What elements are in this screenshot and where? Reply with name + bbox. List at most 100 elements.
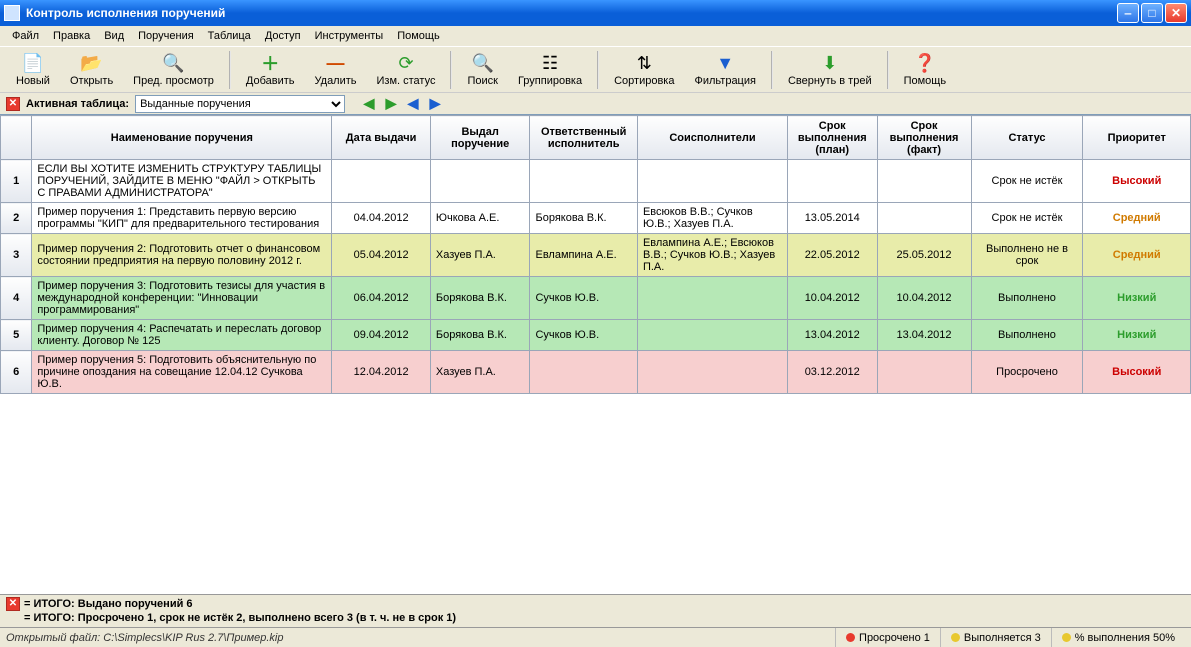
minimize-button[interactable]: ‒	[1117, 3, 1139, 23]
cell-responsible[interactable]	[530, 351, 637, 394]
cell-date[interactable]	[332, 160, 431, 203]
toolbar-add[interactable]: ＋ Добавить	[236, 48, 305, 92]
toolbar-preview[interactable]: 🔍 Пред. просмотр	[123, 48, 224, 92]
toolbar-change-status[interactable]: ⟳ Изм. статус	[367, 48, 446, 92]
col-priority[interactable]: Приоритет	[1083, 116, 1191, 160]
toolbar-sort[interactable]: ⇅ Сортировка	[604, 48, 684, 92]
menu-edit[interactable]: Правка	[47, 28, 96, 44]
cell-plan[interactable]: 10.04.2012	[787, 277, 877, 320]
toolbar-new[interactable]: 📄 Новый	[6, 48, 60, 92]
col-name[interactable]: Наименование поручения	[32, 116, 332, 160]
cell-responsible[interactable]: Сучков Ю.В.	[530, 320, 637, 351]
cell-issuer[interactable]: Хазуев П.А.	[430, 234, 530, 277]
cell-name[interactable]: Пример поручения 2: Подготовить отчет о …	[32, 234, 332, 277]
menu-tools[interactable]: Инструменты	[309, 28, 390, 44]
table-row[interactable]: 1ЕСЛИ ВЫ ХОТИТЕ ИЗМЕНИТЬ СТРУКТУРУ ТАБЛИ…	[1, 160, 1191, 203]
summary-close-button[interactable]: ✕	[6, 597, 20, 611]
cell-plan[interactable]: 13.05.2014	[787, 203, 877, 234]
cell-status[interactable]: Выполнено	[971, 320, 1083, 351]
table-row[interactable]: 3Пример поручения 2: Подготовить отчет о…	[1, 234, 1191, 277]
nav-prev-blue-icon[interactable]: ◀	[405, 96, 421, 112]
cell-priority[interactable]: Низкий	[1083, 320, 1191, 351]
nav-prev-green-icon[interactable]: ◀	[361, 96, 377, 112]
menu-view[interactable]: Вид	[98, 28, 130, 44]
cell-responsible[interactable]: Евлампина А.Е.	[530, 234, 637, 277]
cell-plan[interactable]	[787, 160, 877, 203]
table-row[interactable]: 5Пример поручения 4: Распечатать и перес…	[1, 320, 1191, 351]
cell-date[interactable]: 05.04.2012	[332, 234, 431, 277]
col-date[interactable]: Дата выдачи	[332, 116, 431, 160]
cell-date[interactable]: 06.04.2012	[332, 277, 431, 320]
cell-status[interactable]: Просрочено	[971, 351, 1083, 394]
cell-issuer[interactable]: Борякова В.К.	[430, 320, 530, 351]
cell-date[interactable]: 04.04.2012	[332, 203, 431, 234]
cell-issuer[interactable]: Хазуев П.А.	[430, 351, 530, 394]
col-plan[interactable]: Срок выполнения (план)	[787, 116, 877, 160]
menu-orders[interactable]: Поручения	[132, 28, 200, 44]
menu-file[interactable]: Файл	[6, 28, 45, 44]
col-issuer[interactable]: Выдал поручение	[430, 116, 530, 160]
toolbar-filter[interactable]: ▼ Фильтрация	[684, 48, 765, 92]
nav-next-green-icon[interactable]: ▶	[383, 96, 399, 112]
col-coexecutors[interactable]: Соисполнители	[637, 116, 787, 160]
cell-coexecutors[interactable]: Евсюков В.В.; Сучков Ю.В.; Хазуев П.А.	[637, 203, 787, 234]
cell-coexecutors[interactable]	[637, 320, 787, 351]
cell-issuer[interactable]	[430, 160, 530, 203]
cell-coexecutors[interactable]	[637, 351, 787, 394]
cell-fact[interactable]: 25.05.2012	[877, 234, 971, 277]
cell-date[interactable]: 12.04.2012	[332, 351, 431, 394]
cell-name[interactable]: Пример поручения 5: Подготовить объяснит…	[32, 351, 332, 394]
cell-priority[interactable]: Высокий	[1083, 351, 1191, 394]
toolbar-open[interactable]: 📂 Открыть	[60, 48, 123, 92]
cell-priority[interactable]: Средний	[1083, 234, 1191, 277]
maximize-button[interactable]: □	[1141, 3, 1163, 23]
table-row[interactable]: 2Пример поручения 1: Представить первую …	[1, 203, 1191, 234]
col-fact[interactable]: Срок выполнения (факт)	[877, 116, 971, 160]
cell-plan[interactable]: 13.04.2012	[787, 320, 877, 351]
cell-issuer[interactable]: Ючкова А.Е.	[430, 203, 530, 234]
cell-status[interactable]: Срок не истёк	[971, 203, 1083, 234]
cell-date[interactable]: 09.04.2012	[332, 320, 431, 351]
cell-fact[interactable]	[877, 351, 971, 394]
nav-next-blue-icon[interactable]: ▶	[427, 96, 443, 112]
table-area[interactable]: Наименование поручения Дата выдачи Выдал…	[0, 114, 1191, 594]
cell-fact[interactable]: 13.04.2012	[877, 320, 971, 351]
cell-fact[interactable]	[877, 203, 971, 234]
cell-coexecutors[interactable]	[637, 277, 787, 320]
close-table-button[interactable]: ✕	[6, 97, 20, 111]
col-index[interactable]	[1, 116, 32, 160]
cell-status[interactable]: Выполнено	[971, 277, 1083, 320]
col-responsible[interactable]: Ответственный исполнитель	[530, 116, 637, 160]
active-table-select[interactable]: Выданные поручения	[135, 95, 345, 113]
cell-plan[interactable]: 22.05.2012	[787, 234, 877, 277]
table-row[interactable]: 6Пример поручения 5: Подготовить объясни…	[1, 351, 1191, 394]
toolbar-group[interactable]: ☷ Группировка	[508, 48, 592, 92]
cell-priority[interactable]: Низкий	[1083, 277, 1191, 320]
cell-issuer[interactable]: Борякова В.К.	[430, 277, 530, 320]
cell-plan[interactable]: 03.12.2012	[787, 351, 877, 394]
cell-name[interactable]: Пример поручения 1: Представить первую в…	[32, 203, 332, 234]
cell-coexecutors[interactable]: Евлампина А.Е.; Евсюков В.В.; Сучков Ю.В…	[637, 234, 787, 277]
cell-responsible[interactable]: Борякова В.К.	[530, 203, 637, 234]
cell-status[interactable]: Выполнено не в срок	[971, 234, 1083, 277]
cell-priority[interactable]: Высокий	[1083, 160, 1191, 203]
toolbar-help[interactable]: ❓ Помощь	[894, 48, 957, 92]
cell-coexecutors[interactable]	[637, 160, 787, 203]
toolbar-tray[interactable]: ⬇ Свернуть в трей	[778, 48, 882, 92]
menu-table[interactable]: Таблица	[202, 28, 257, 44]
cell-fact[interactable]	[877, 160, 971, 203]
cell-name[interactable]: ЕСЛИ ВЫ ХОТИТЕ ИЗМЕНИТЬ СТРУКТУРУ ТАБЛИЦ…	[32, 160, 332, 203]
cell-responsible[interactable]: Сучков Ю.В.	[530, 277, 637, 320]
cell-priority[interactable]: Средний	[1083, 203, 1191, 234]
cell-name[interactable]: Пример поручения 3: Подготовить тезисы д…	[32, 277, 332, 320]
menu-access[interactable]: Доступ	[259, 28, 307, 44]
toolbar-delete[interactable]: — Удалить	[305, 48, 367, 92]
menu-help[interactable]: Помощь	[391, 28, 446, 44]
toolbar-search[interactable]: 🔍 Поиск	[457, 48, 507, 92]
table-row[interactable]: 4Пример поручения 3: Подготовить тезисы …	[1, 277, 1191, 320]
col-status[interactable]: Статус	[971, 116, 1083, 160]
cell-name[interactable]: Пример поручения 4: Распечатать и пересл…	[32, 320, 332, 351]
close-button[interactable]: ✕	[1165, 3, 1187, 23]
cell-responsible[interactable]	[530, 160, 637, 203]
cell-status[interactable]: Срок не истёк	[971, 160, 1083, 203]
